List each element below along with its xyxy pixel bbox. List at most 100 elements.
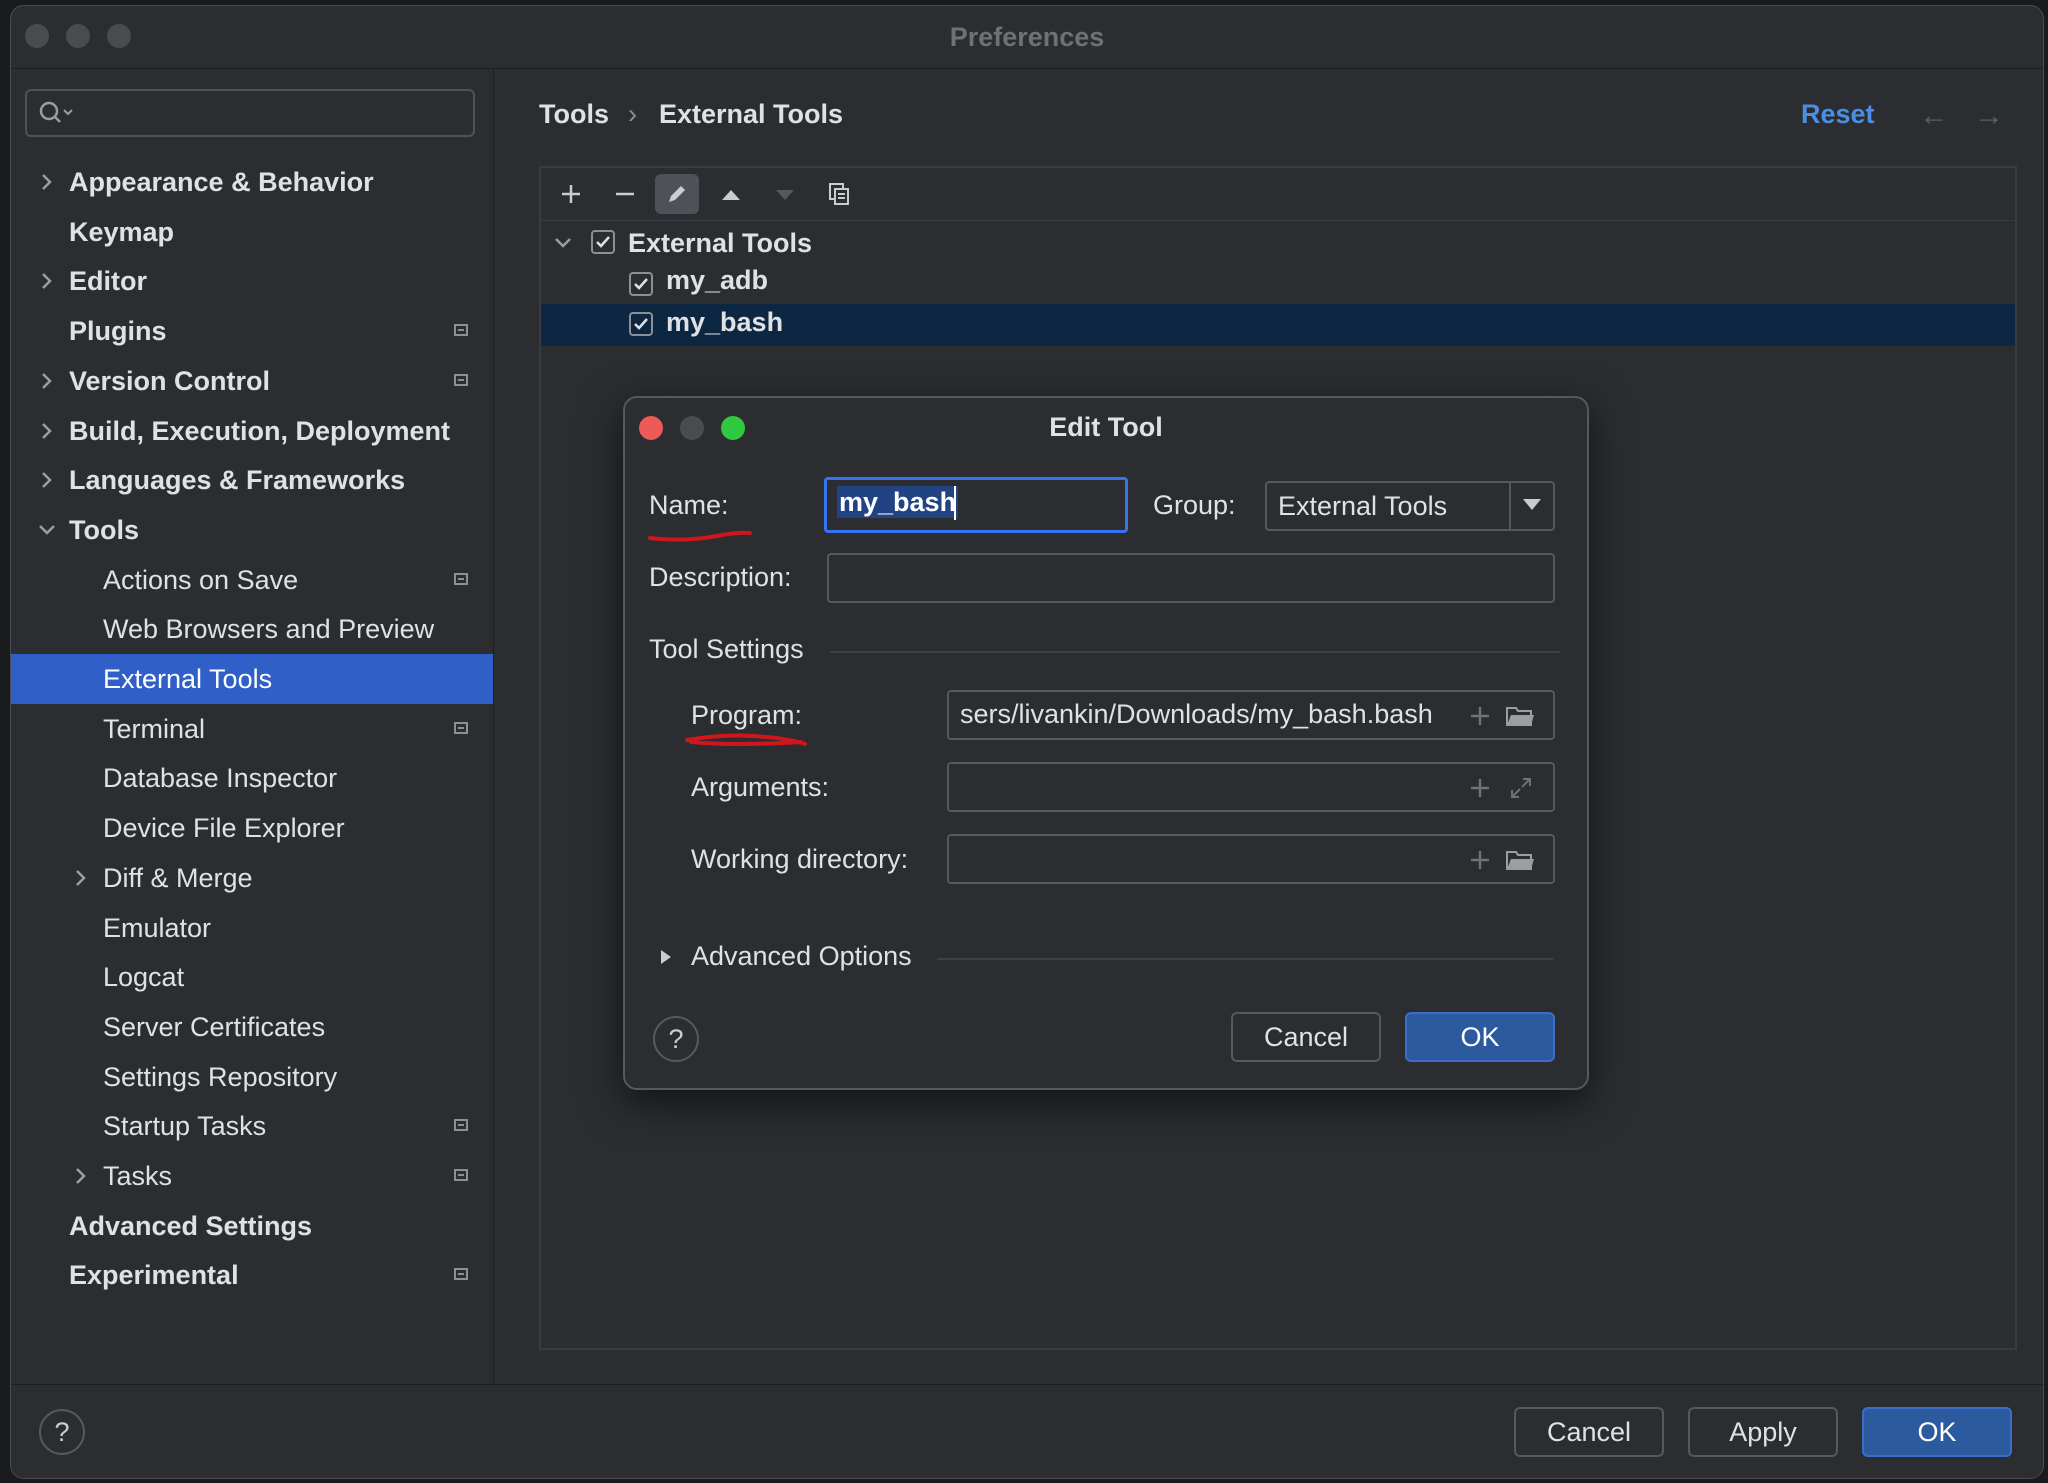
- dialog-ok-button[interactable]: OK: [1405, 1012, 1555, 1062]
- chevron-right-icon[interactable]: [37, 172, 57, 192]
- name-input[interactable]: my_bash: [824, 477, 1128, 533]
- sidebar-item-settings-repository[interactable]: Settings Repository: [11, 1052, 493, 1102]
- sidebar-item-label: Database Inspector: [103, 763, 338, 794]
- tree-item-my-bash[interactable]: my_bash: [541, 304, 2015, 346]
- insert-macro-icon[interactable]: [1469, 849, 1491, 871]
- program-input[interactable]: sers/livankin/Downloads/my_bash.bash: [947, 690, 1555, 740]
- group-combobox[interactable]: External Tools: [1265, 481, 1555, 531]
- tree-item-my-adb[interactable]: my_adb: [541, 264, 2015, 306]
- help-button[interactable]: ?: [39, 1409, 85, 1455]
- section-divider: [937, 958, 1553, 960]
- sidebar-item-tasks[interactable]: Tasks: [11, 1151, 493, 1201]
- dialog-title: Edit Tool: [1049, 412, 1163, 442]
- chevron-right-icon[interactable]: [71, 868, 91, 888]
- text-caret: [954, 486, 956, 520]
- sidebar-item-label: Languages & Frameworks: [69, 465, 406, 496]
- chevron-down-icon[interactable]: [37, 520, 57, 540]
- group-label: Group:: [1153, 490, 1236, 520]
- dialog-cancel-button[interactable]: Cancel: [1231, 1012, 1381, 1062]
- title-bar: Preferences: [11, 6, 2043, 69]
- sidebar-item-build-execution-deployment[interactable]: Build, Execution, Deployment: [11, 406, 493, 456]
- apply-button[interactable]: Apply: [1688, 1407, 1838, 1457]
- sidebar-item-database-inspector[interactable]: Database Inspector: [11, 753, 493, 803]
- cancel-button[interactable]: Cancel: [1514, 1407, 1664, 1457]
- sidebar-item-server-certificates[interactable]: Server Certificates: [11, 1002, 493, 1052]
- add-icon[interactable]: [549, 174, 593, 214]
- program-input-value: sers/livankin/Downloads/my_bash.bash: [960, 699, 1433, 729]
- edit-icon[interactable]: [655, 174, 699, 214]
- sidebar-item-device-file-explorer[interactable]: Device File Explorer: [11, 803, 493, 853]
- sidebar-item-editor[interactable]: Editor: [11, 256, 493, 306]
- tool-checkbox[interactable]: [629, 312, 653, 336]
- sidebar-item-appearance-behavior[interactable]: Appearance & Behavior: [11, 157, 493, 207]
- expand-triangle-icon[interactable]: [659, 948, 673, 966]
- folder-icon[interactable]: [1505, 848, 1535, 872]
- sidebar-item-label: Appearance & Behavior: [69, 167, 374, 197]
- ok-button[interactable]: OK: [1862, 1407, 2012, 1457]
- sidebar-item-label: Tools: [69, 514, 139, 545]
- combobox-separator: [1509, 483, 1511, 529]
- dropdown-arrow-icon[interactable]: [1523, 499, 1541, 510]
- insert-macro-icon[interactable]: [1469, 705, 1491, 727]
- copy-icon[interactable]: [817, 174, 861, 214]
- sidebar-item-emulator[interactable]: Emulator: [11, 903, 493, 953]
- sidebar-item-label: Tasks: [103, 1161, 173, 1191]
- name-input-value: my_bash: [837, 486, 959, 518]
- checkmark-icon: [596, 236, 610, 248]
- move-up-icon[interactable]: [709, 174, 753, 214]
- advanced-options-toggle[interactable]: Advanced Options: [691, 941, 912, 972]
- sidebar-item-label: Plugins: [69, 316, 167, 347]
- move-down-icon[interactable]: [763, 174, 807, 214]
- group-checkbox[interactable]: [591, 230, 615, 254]
- back-arrow-icon[interactable]: ←: [1919, 99, 1949, 133]
- settings-scope-icon: [454, 373, 468, 386]
- sidebar-item-version-control[interactable]: Version Control: [11, 356, 493, 406]
- sidebar-item-terminal[interactable]: Terminal: [11, 704, 493, 754]
- sidebar-item-keymap[interactable]: Keymap: [11, 207, 493, 257]
- working-directory-input[interactable]: [947, 834, 1555, 884]
- description-label: Description:: [649, 562, 792, 592]
- folder-icon[interactable]: [1505, 704, 1535, 728]
- sidebar-item-web-browsers-and-preview[interactable]: Web Browsers and Preview: [11, 604, 493, 654]
- tree-group-external-tools[interactable]: External Tools: [541, 222, 2015, 264]
- settings-scope-icon: [454, 1268, 468, 1281]
- sidebar-item-label: Terminal: [103, 713, 206, 744]
- remove-icon[interactable]: [603, 174, 647, 214]
- chevron-right-icon[interactable]: [37, 371, 57, 391]
- description-input[interactable]: [827, 553, 1555, 603]
- checkmark-icon: [634, 318, 648, 330]
- chevron-down-icon[interactable]: [553, 233, 573, 253]
- expand-icon[interactable]: [1509, 776, 1533, 800]
- dialog-help-button[interactable]: ?: [653, 1016, 699, 1062]
- tool-checkbox[interactable]: [629, 272, 653, 296]
- arguments-input[interactable]: [947, 762, 1555, 812]
- chevron-right-icon[interactable]: [37, 271, 57, 291]
- name-label: Name:: [649, 490, 729, 520]
- settings-search-input[interactable]: [25, 89, 475, 137]
- settings-scope-icon: [454, 1169, 468, 1181]
- tree-group-label: External Tools: [628, 228, 813, 258]
- sidebar-item-label: Actions on Save: [103, 564, 299, 595]
- sidebar-item-advanced-settings[interactable]: Advanced Settings: [11, 1201, 493, 1251]
- sidebar-item-experimental[interactable]: Experimental: [11, 1250, 493, 1300]
- breadcrumb-parent[interactable]: Tools: [539, 99, 609, 130]
- tool-settings-heading: Tool Settings: [649, 634, 804, 664]
- annotation-underline-program: [685, 733, 807, 746]
- sidebar-item-actions-on-save[interactable]: Actions on Save: [11, 555, 493, 605]
- sidebar-item-diff-merge[interactable]: Diff & Merge: [11, 853, 493, 903]
- chevron-right-icon[interactable]: [37, 421, 57, 441]
- sidebar-item-startup-tasks[interactable]: Startup Tasks: [11, 1101, 493, 1151]
- section-divider: [830, 651, 1560, 653]
- chevron-right-icon[interactable]: [71, 1166, 91, 1186]
- sidebar-item-languages-frameworks[interactable]: Languages & Frameworks: [11, 455, 493, 505]
- sidebar-item-logcat[interactable]: Logcat: [11, 952, 493, 1002]
- forward-arrow-icon[interactable]: →: [1974, 99, 2004, 133]
- sidebar-item-tools[interactable]: Tools: [11, 505, 493, 555]
- sidebar-item-external-tools[interactable]: External Tools: [11, 654, 493, 704]
- reset-link[interactable]: Reset: [1801, 99, 1875, 130]
- insert-macro-icon[interactable]: [1469, 777, 1491, 799]
- sidebar-item-plugins[interactable]: Plugins: [11, 306, 493, 356]
- edit-tool-dialog: Edit Tool Name: my_bash Group: External …: [623, 396, 1589, 1090]
- chevron-right-icon[interactable]: [37, 470, 57, 490]
- sidebar-item-label: Editor: [69, 266, 147, 297]
